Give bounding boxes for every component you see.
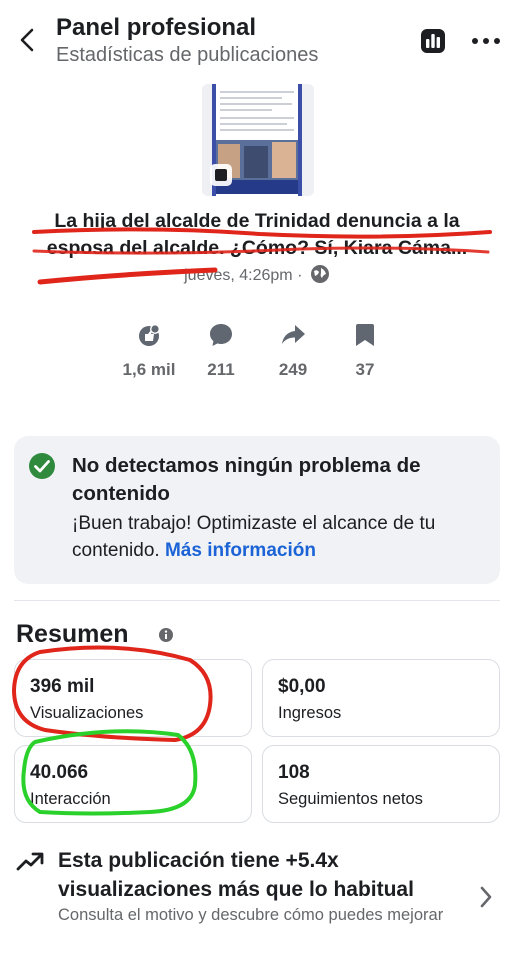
post-caption-line-1: La hija del alcalde de Trinidad denuncia… xyxy=(54,210,460,232)
comment-icon xyxy=(210,324,232,346)
divider xyxy=(14,600,500,601)
trending-up-icon xyxy=(16,852,44,871)
summary-card-net-follows[interactable]: 108 Seguimientos netos xyxy=(262,745,500,823)
summary-card-interaction[interactable]: 40.066 Interacción xyxy=(14,745,252,823)
banner-title: No detectamos ningún problema de conteni… xyxy=(72,454,421,505)
earnings-value: $0,00 xyxy=(278,676,326,697)
more-dots-icon[interactable] xyxy=(470,30,502,52)
summary-card-views[interactable]: 396 mil Visualizaciones xyxy=(14,659,252,737)
interaction-value: 40.066 xyxy=(30,762,89,783)
reactions-icon xyxy=(139,324,160,346)
header: Panel profesional Estadísticas de public… xyxy=(0,0,514,76)
check-circle-icon xyxy=(29,453,55,479)
back-chevron-icon[interactable] xyxy=(14,26,42,54)
post-date: jueves, 4:26pm · xyxy=(184,267,303,284)
post-metrics: 1,6 mil 211 249 37 xyxy=(100,322,420,384)
page-subtitle: Estadísticas de publicaciones xyxy=(56,44,319,66)
share-icon xyxy=(282,325,305,344)
net-follows-value: 108 xyxy=(278,762,310,783)
insight-subtitle: Consulta el motivo y descubre cómo puede… xyxy=(58,906,444,924)
insight-title[interactable]: Esta publicación tiene +5.4x visualizaci… xyxy=(58,846,478,904)
interaction-label: Interacción xyxy=(30,790,111,808)
info-icon[interactable] xyxy=(158,627,174,643)
post-meta: jueves, 4:26pm · xyxy=(0,264,514,285)
summary-card-earnings[interactable]: $0,00 Ingresos xyxy=(262,659,500,737)
bar-chart-icon[interactable] xyxy=(420,28,446,54)
post-caption-line-2: esposa del alcalde. ¿Cómo? Sí, Kiara Cám… xyxy=(46,237,468,259)
metric-saves-value: 37 xyxy=(355,360,375,379)
content-status-banner: No detectamos ningún problema de conteni… xyxy=(14,436,500,584)
more-info-link[interactable]: Más información xyxy=(165,540,316,561)
views-value: 396 mil xyxy=(30,676,95,697)
chevron-right-icon[interactable] xyxy=(478,884,494,910)
net-follows-label: Seguimientos netos xyxy=(278,790,423,808)
earnings-label: Ingresos xyxy=(278,704,342,722)
post-image xyxy=(202,84,314,196)
post-thumbnail[interactable] xyxy=(202,84,314,196)
post-caption[interactable]: La hija del alcalde de Trinidad denuncia… xyxy=(20,208,494,262)
metric-saves: 37 xyxy=(320,322,410,380)
banner-text: ¡Buen trabajo! Optimizaste el alcance de… xyxy=(72,510,488,564)
globe-icon xyxy=(310,265,329,283)
bookmark-icon xyxy=(356,324,374,346)
summary-title: Resumen xyxy=(16,620,129,648)
page-title: Panel profesional xyxy=(56,14,257,41)
views-label: Visualizaciones xyxy=(30,704,144,722)
